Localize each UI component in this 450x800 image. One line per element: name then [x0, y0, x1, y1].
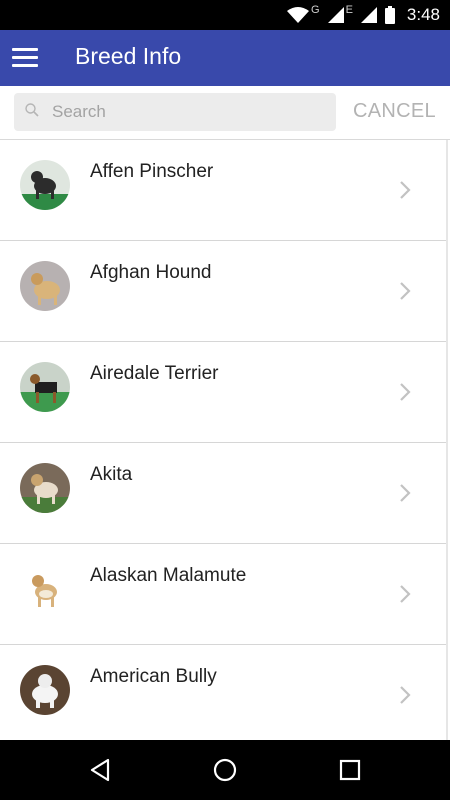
home-icon[interactable] [211, 756, 239, 784]
signal-icon [327, 7, 344, 23]
breed-name: Akita [90, 464, 133, 485]
american-bully-photo [20, 665, 70, 715]
status-bar: G E 3:48 [0, 0, 450, 30]
breed-name: Afghan Hound [90, 262, 212, 283]
cancel-button[interactable]: CANCEL [353, 100, 436, 123]
breed-name: Airedale Terrier [90, 363, 219, 384]
page-title: Breed Info [75, 43, 182, 69]
search-input[interactable] [52, 93, 332, 131]
list-item[interactable]: American Bully [0, 645, 446, 740]
breed-list[interactable]: Affen Pinscher Afghan Hound Airedale Ter… [0, 140, 448, 740]
breed-name: Alaskan Malamute [90, 565, 247, 586]
list-item[interactable]: Akita [0, 443, 446, 544]
search-box[interactable] [14, 93, 336, 131]
network-type-e: E [345, 4, 353, 16]
list-item[interactable]: Alaskan Malamute [0, 544, 446, 645]
search-bar: CANCEL [0, 86, 450, 140]
list-item[interactable]: Afghan Hound [0, 241, 446, 342]
airedale-terrier-photo [20, 362, 70, 412]
navigation-bar [0, 740, 450, 800]
alaskan-malamute-photo [20, 564, 70, 614]
network-type-g: G [311, 4, 320, 16]
breed-name: American Bully [90, 666, 217, 687]
app-bar: Breed Info [0, 30, 450, 86]
chevron-right-icon [400, 686, 411, 704]
battery-icon [384, 6, 395, 24]
wifi-icon [287, 7, 309, 23]
afghan-hound-photo [20, 261, 70, 311]
chevron-right-icon [400, 585, 411, 603]
hamburger-menu-icon[interactable] [12, 47, 38, 69]
signal-icon [360, 7, 377, 23]
affen-pinscher-photo [20, 160, 70, 210]
breed-name: Affen Pinscher [90, 161, 214, 182]
status-icons: G E 3:48 [287, 0, 440, 30]
chevron-right-icon [400, 282, 411, 300]
back-icon[interactable] [86, 756, 114, 784]
list-item[interactable]: Airedale Terrier [0, 342, 446, 443]
chevron-right-icon [400, 484, 411, 502]
recents-icon[interactable] [336, 756, 364, 784]
clock: 3:48 [406, 5, 440, 24]
search-icon [25, 103, 39, 117]
chevron-right-icon [400, 181, 411, 199]
list-item[interactable]: Affen Pinscher [0, 140, 446, 241]
akita-photo [20, 463, 70, 513]
chevron-right-icon [400, 383, 411, 401]
